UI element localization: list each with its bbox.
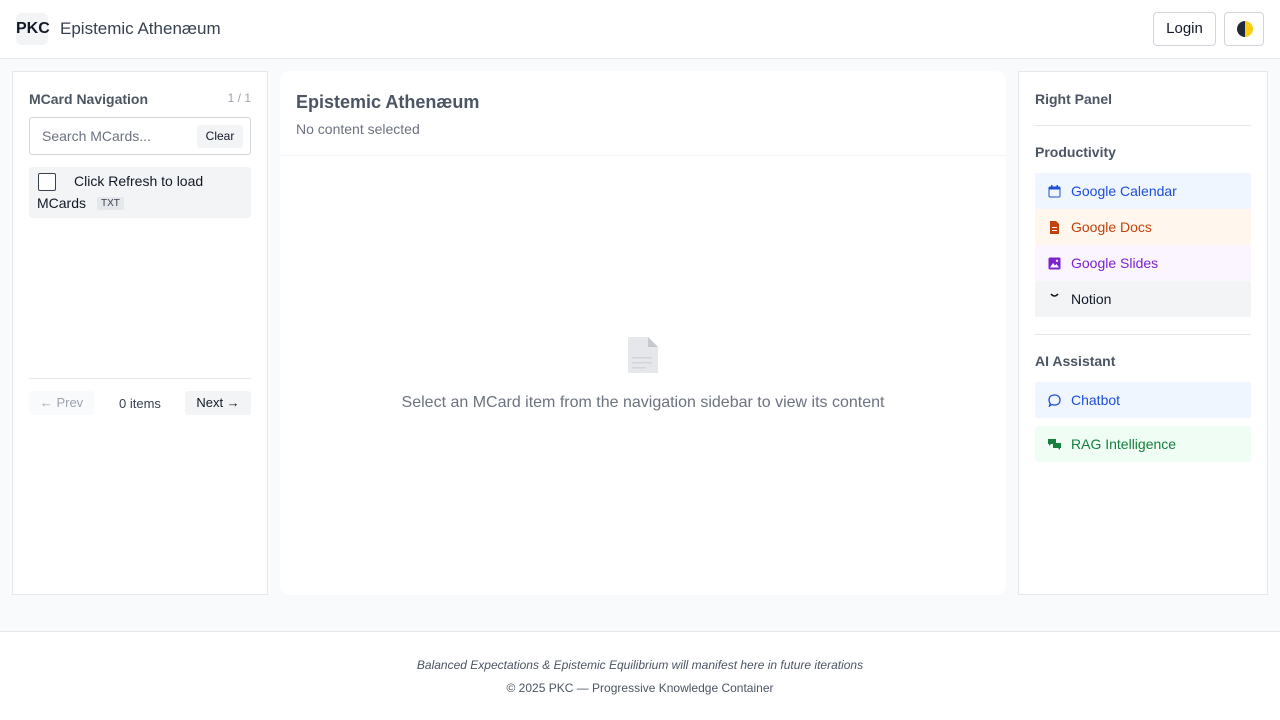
theme-toggle-icon (1237, 21, 1253, 37)
item-checkbox[interactable] (38, 173, 56, 191)
clear-button[interactable]: Clear (197, 125, 243, 148)
notion-link[interactable]: Notion (1035, 281, 1251, 317)
right-panel-divider (1035, 334, 1251, 335)
image-icon (1048, 257, 1061, 270)
productivity-heading: Productivity (1035, 144, 1116, 160)
footer: Balanced Expectations & Epistemic Equili… (0, 631, 1280, 720)
google-calendar-label: Google Calendar (1071, 183, 1177, 199)
app-title: Epistemic Athenæum (60, 19, 221, 38)
theme-toggle-button[interactable] (1224, 12, 1264, 46)
page-indicator: 1 / 1 (227, 91, 251, 105)
right-panel: Right Panel Productivity Google Calendar… (1018, 71, 1268, 595)
chatbot-link[interactable]: Chatbot (1035, 382, 1251, 418)
top-header: PKC Epistemic Athenæum Login (0, 0, 1280, 59)
notion-label: Notion (1071, 291, 1112, 307)
content-divider (280, 155, 1006, 156)
content-title: Epistemic Athenæum (296, 92, 480, 112)
notion-icon (1050, 293, 1059, 297)
document-icon (1050, 221, 1059, 234)
login-button[interactable]: Login (1153, 12, 1216, 46)
pager-divider (29, 378, 251, 379)
google-docs-label: Google Docs (1071, 219, 1152, 235)
ai-assistant-heading: AI Assistant (1035, 353, 1116, 369)
item-count: 0 items (119, 396, 161, 411)
empty-state-message: Select an MCard item from the navigation… (401, 394, 885, 411)
chat-bubbles-icon (1048, 439, 1061, 450)
prev-page-button[interactable]: ← Prev (29, 391, 94, 415)
file-type-badge: TXT (97, 197, 124, 210)
list-item[interactable]: Click Refresh to load MCards TXT (29, 167, 251, 218)
right-panel-divider (1035, 125, 1251, 126)
right-panel-title: Right Panel (1035, 91, 1113, 107)
google-slides-link[interactable]: Google Slides (1035, 245, 1251, 281)
footer-copyright: © 2025 PKC — Progressive Knowledge Conta… (506, 681, 774, 695)
next-page-button[interactable]: Next → (185, 391, 251, 415)
chatbot-label: Chatbot (1071, 392, 1121, 408)
calendar-icon (1048, 185, 1061, 198)
list-item-label-line1: Click Refresh to load (74, 173, 204, 189)
mcard-navigation-sidebar: MCard Navigation 1 / 1 Search MCards... … (12, 71, 268, 595)
search-box: Search MCards... Clear (29, 117, 251, 155)
google-slides-label: Google Slides (1071, 255, 1159, 271)
sidebar-title: MCard Navigation (29, 91, 149, 107)
footer-note: Balanced Expectations & Epistemic Equili… (416, 658, 864, 672)
rag-intelligence-link[interactable]: RAG Intelligence (1035, 426, 1251, 462)
rag-intelligence-label: RAG Intelligence (1071, 436, 1177, 452)
google-docs-link[interactable]: Google Docs (1035, 209, 1251, 245)
search-input[interactable]: Search MCards... (42, 128, 151, 144)
content-subtitle: No content selected (296, 121, 420, 137)
google-calendar-link[interactable]: Google Calendar (1035, 173, 1251, 209)
app-logo[interactable]: PKC (16, 13, 50, 45)
document-icon (628, 337, 658, 373)
content-panel: Epistemic Athenæum No content selected S… (280, 71, 1006, 595)
chat-bubble-icon (1048, 394, 1061, 407)
list-item-label-line2: MCards (37, 195, 87, 211)
